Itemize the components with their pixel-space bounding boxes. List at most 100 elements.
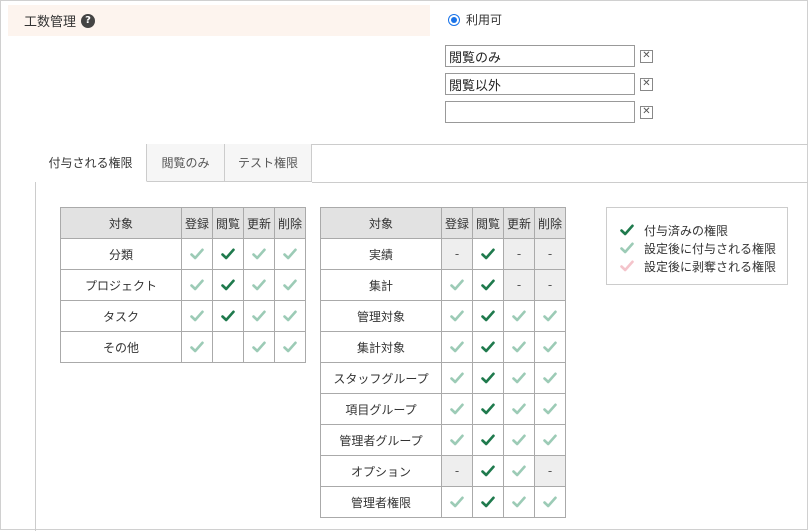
permission-cell [274,269,306,301]
permission-cell [534,362,566,394]
column-header: 更新 [243,207,275,239]
role-name-input[interactable] [445,73,635,95]
permission-cell [181,331,213,363]
table-row: 実績 - - - [320,238,566,270]
row-label: 管理者グループ [320,424,442,456]
column-header: 閲覧 [212,207,244,239]
permission-cell [472,331,504,363]
permission-cell [212,300,244,332]
check-icon [512,372,526,384]
delete-role-button[interactable]: ✕ [640,77,653,91]
permission-cell [472,269,504,301]
permission-cell [274,331,306,363]
role-name-input[interactable] [445,101,635,123]
legend-label: 設定後に付与される権限 [644,241,777,256]
permission-cell [503,300,535,332]
permission-cell [503,331,535,363]
table-row: オプション - - [320,455,566,487]
check-icon [283,248,297,260]
check-icon [190,310,204,322]
check-icon [252,310,266,322]
permission-cell [534,486,566,518]
permission-cell [181,238,213,270]
tab-view-only[interactable]: 閲覧のみ [147,144,225,182]
check-icon [252,279,266,291]
table-row: 管理者グループ [320,424,566,456]
legend-label: 付与済みの権限 [644,223,729,238]
row-label: 項目グループ [320,393,442,425]
delete-role-button[interactable]: ✕ [640,49,653,63]
permission-cell [472,362,504,394]
row-label: 分類 [60,238,182,270]
permission-cell [503,424,535,456]
table-row: プロジェクト [60,269,306,301]
permission-cell [181,269,213,301]
role-name-input[interactable] [445,45,635,67]
na-cell: - [441,238,473,270]
role-row: ✕ [445,45,653,67]
permission-cell [441,486,473,518]
row-label: 実績 [320,238,442,270]
check-icon [512,434,526,446]
check-icon [450,403,464,415]
row-label: 集計対象 [320,331,442,363]
permission-cell [472,238,504,270]
tab-granted-permissions[interactable]: 付与される権限 [35,144,147,182]
check-icon [450,434,464,446]
check-icon [512,403,526,415]
check-icon [481,279,495,291]
permission-cell [534,331,566,363]
table-row: 管理者権限 [320,486,566,518]
permission-cell [441,269,473,301]
permission-legend: 付与済みの権限設定後に付与される権限 設定後に剥奪される権限 [606,207,788,285]
availability-radio[interactable]: 利用可 [448,11,502,28]
column-header: 登録 [441,207,473,239]
check-icon [450,341,464,353]
column-header: 閲覧 [472,207,504,239]
permission-cell [243,331,275,363]
permission-cell [472,424,504,456]
permission-cell [274,300,306,332]
permission-cell [472,486,504,518]
permission-cell [534,393,566,425]
check-icon [190,248,204,260]
permission-cell [243,238,275,270]
permission-cell [503,362,535,394]
row-label: プロジェクト [60,269,182,301]
check-icon [481,496,495,508]
legend-label: 設定後に剥奪される権限 [644,259,777,274]
check-icon [543,372,557,384]
permission-table-2: 対象 登録 閲覧 更新 削除 実績 - - - 集計 - - 管理対象 集計対象 スタッフグループ 項目グル… [320,207,566,518]
section-title: 工数管理 [24,15,77,30]
column-header: 更新 [503,207,535,239]
permission-cell [503,393,535,425]
check-icon [512,496,526,508]
check-icon [283,279,297,291]
table-row: 集計 - - [320,269,566,301]
radio-button[interactable] [448,13,460,26]
check-icon [283,310,297,322]
table-header-row: 対象 登録 閲覧 更新 削除 [60,207,306,239]
radio-label[interactable]: 利用可 [466,11,502,28]
legend-item: 設定後に付与される権限 [607,239,787,257]
check-icon [221,310,235,322]
check-icon [543,310,557,322]
empty-cell [212,331,244,363]
check-icon [481,341,495,353]
permission-cell [212,269,244,301]
na-cell: - [503,269,535,301]
na-cell: - [441,455,473,487]
help-icon[interactable]: ? [81,13,96,28]
row-label: タスク [60,300,182,332]
na-cell: - [503,238,535,270]
permission-cell [212,238,244,270]
check-icon [252,248,266,260]
permission-cell [472,300,504,332]
table-row: その他 [60,331,306,363]
tab-bar: 付与される権限 閲覧のみ テスト権限 [35,144,312,182]
check-icon [450,372,464,384]
na-cell: - [534,269,566,301]
tab-test-permission[interactable]: テスト権限 [225,144,312,182]
delete-role-button[interactable]: ✕ [640,105,653,119]
check-icon [543,496,557,508]
